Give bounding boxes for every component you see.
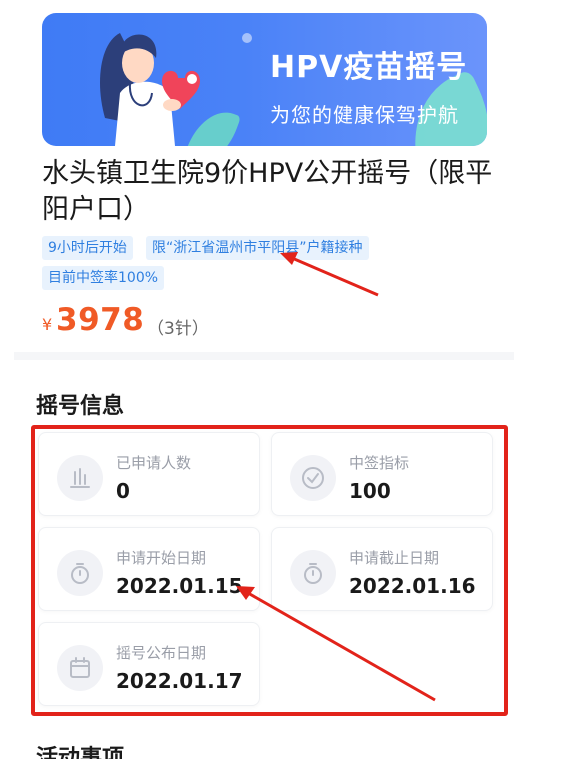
arrow-to-residency-tag bbox=[280, 252, 379, 297]
arrow-to-start-date bbox=[236, 586, 436, 702]
section-title-activity: 活动事项 bbox=[36, 746, 125, 759]
annotation-arrows bbox=[236, 252, 436, 702]
